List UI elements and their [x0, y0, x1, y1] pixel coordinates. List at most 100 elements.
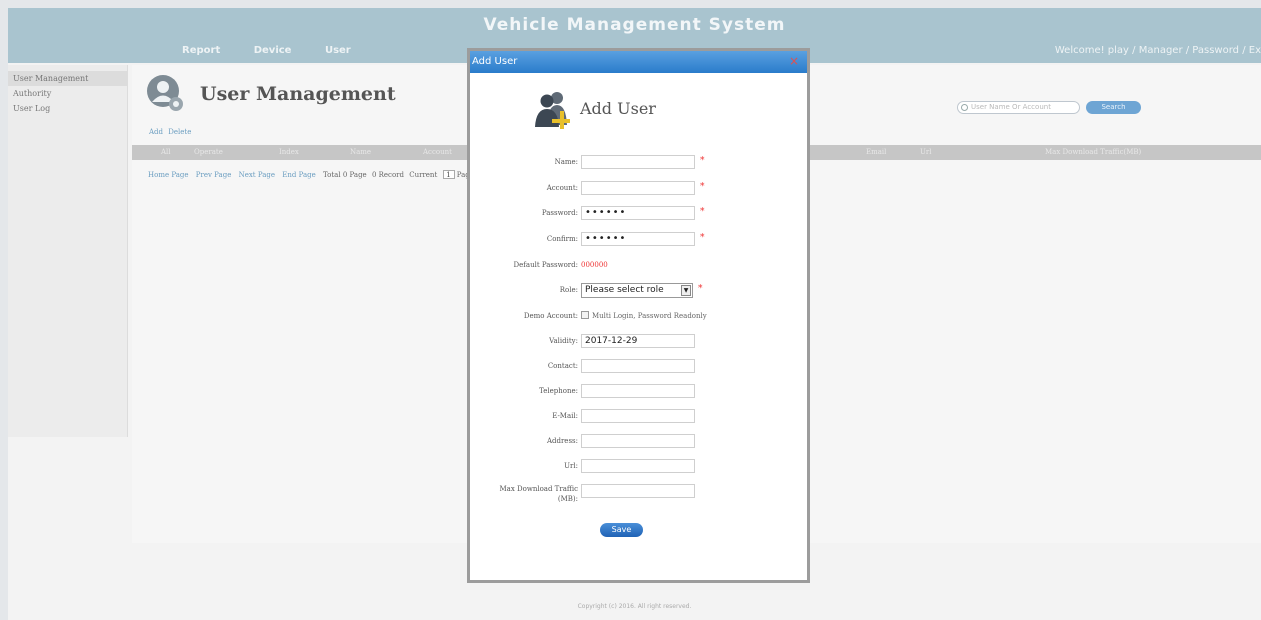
- max-download-label-line1: Max Download Traffic: [499, 485, 579, 493]
- page-title: User Management: [200, 83, 396, 105]
- home-page-link[interactable]: Home Page: [148, 171, 189, 179]
- sidebar-item-authority[interactable]: Authority: [8, 86, 127, 101]
- password-link[interactable]: Password: [1192, 45, 1239, 56]
- url-label: Url:: [564, 462, 578, 470]
- demo-account-checkbox[interactable]: [581, 311, 589, 319]
- column-account: Account: [423, 148, 452, 156]
- main-nav: Report Device User: [182, 45, 381, 56]
- add-user-dialog: Add User × Add User Name: * Account: * P…: [467, 48, 810, 583]
- demo-account-row: Demo Account: Multi Login, Password Read…: [470, 309, 807, 325]
- required-mark: *: [700, 207, 705, 217]
- column-index: Index: [279, 148, 299, 156]
- max-download-input[interactable]: [581, 484, 695, 498]
- contact-label: Contact:: [547, 362, 578, 370]
- role-select[interactable]: Please select role ▼: [581, 283, 693, 298]
- table-actions: Add Delete: [149, 128, 194, 136]
- exit-link[interactable]: Ex: [1249, 45, 1261, 56]
- footer-copyright: Copyright (c) 2016. All right reserved.: [577, 603, 692, 610]
- name-label: Name:: [554, 158, 578, 166]
- validity-row: Validity: 2017-12-29: [470, 334, 807, 350]
- address-row: Address:: [470, 434, 807, 450]
- welcome-text: Welcome! play: [1054, 45, 1129, 56]
- column-operate: Operate: [194, 148, 223, 156]
- column-url: Url: [920, 148, 932, 156]
- default-password-row: Default Password: 000000: [470, 258, 807, 274]
- sidebar-item-user-management[interactable]: User Management: [8, 71, 127, 86]
- validity-date-input[interactable]: 2017-12-29: [581, 334, 695, 348]
- add-link[interactable]: Add: [149, 128, 163, 136]
- app-window: Vehicle Management System Report Device …: [8, 8, 1261, 620]
- validity-label: Validity:: [549, 337, 578, 345]
- total-pages: Total 0 Page: [323, 170, 367, 179]
- confirm-label: Confirm:: [546, 235, 578, 243]
- url-input[interactable]: [581, 459, 695, 473]
- search-button[interactable]: Search: [1086, 101, 1141, 114]
- address-input[interactable]: [581, 434, 695, 448]
- page-number-input[interactable]: 1: [442, 170, 455, 179]
- telephone-row: Telephone:: [470, 384, 807, 400]
- column-max-download: Max Download Traffic(MB): [1045, 148, 1142, 156]
- next-page-link[interactable]: Next Page: [239, 171, 275, 179]
- search-input[interactable]: User Name Or Account: [957, 101, 1080, 114]
- name-input[interactable]: [581, 155, 695, 169]
- account-input[interactable]: [581, 181, 695, 195]
- dialog-body: Add User × Add User Name: * Account: * P…: [470, 51, 807, 580]
- role-select-value: Please select role: [585, 285, 664, 295]
- email-input[interactable]: [581, 409, 695, 423]
- required-mark: *: [698, 284, 703, 294]
- default-password-label: Default Password:: [513, 261, 578, 269]
- role-row: Role: Please select role ▼ *: [470, 283, 807, 299]
- password-input[interactable]: ••••••: [581, 206, 695, 220]
- confirm-input[interactable]: ••••••: [581, 232, 695, 246]
- dialog-titlebar: Add User: [470, 51, 807, 73]
- nav-report[interactable]: Report: [182, 45, 220, 56]
- address-label: Address:: [546, 437, 578, 445]
- chevron-down-icon[interactable]: ▼: [681, 285, 691, 296]
- name-row: Name: *: [470, 155, 807, 171]
- add-users-icon: [535, 92, 570, 129]
- sidebar-item-user-log[interactable]: User Log: [8, 101, 127, 116]
- required-mark: *: [700, 182, 705, 192]
- delete-link[interactable]: Delete: [168, 128, 191, 136]
- default-password-value: 000000: [581, 261, 608, 269]
- current-label: Current: [409, 170, 438, 179]
- record-count: 0 Record: [371, 170, 404, 179]
- telephone-label: Telephone:: [539, 387, 578, 395]
- contact-input[interactable]: [581, 359, 695, 373]
- search-icon: [961, 104, 968, 111]
- user-menu: Welcome! play / Manager / Password / Ex: [1054, 45, 1261, 56]
- demo-account-option: Multi Login, Password Readonly: [592, 312, 707, 320]
- telephone-input[interactable]: [581, 384, 695, 398]
- close-icon[interactable]: ×: [788, 55, 800, 67]
- app-title: Vehicle Management System: [483, 15, 786, 35]
- demo-account-label: Demo Account:: [523, 312, 578, 320]
- required-mark: *: [700, 233, 705, 243]
- column-all[interactable]: All: [161, 148, 171, 156]
- column-email: Email: [866, 148, 887, 156]
- nav-user[interactable]: User: [325, 45, 351, 56]
- contact-row: Contact:: [470, 359, 807, 375]
- nav-device[interactable]: Device: [254, 45, 292, 56]
- save-button[interactable]: Save: [600, 523, 643, 537]
- email-label: E-Mail:: [552, 412, 578, 420]
- account-label: Account:: [546, 184, 578, 192]
- required-mark: *: [700, 156, 705, 166]
- column-name: Name: [350, 148, 372, 156]
- confirm-row: Confirm: •••••• *: [470, 232, 807, 248]
- max-download-label: Max Download Traffic (MB):: [500, 484, 579, 504]
- sidebar: User Management Authority User Log: [8, 65, 128, 437]
- role-label: Role:: [559, 286, 578, 294]
- password-row: Password: •••••• *: [470, 206, 807, 222]
- max-download-row: Max Download Traffic (MB):: [470, 484, 807, 506]
- url-row: Url:: [470, 459, 807, 475]
- email-row: E-Mail:: [470, 409, 807, 425]
- max-download-label-line2: (MB):: [557, 495, 578, 503]
- user-avatar-icon: [147, 75, 183, 111]
- prev-page-link[interactable]: Prev Page: [196, 171, 232, 179]
- pagination: Home Page Prev Page Next Page End Page T…: [148, 170, 477, 179]
- password-label: Password:: [541, 209, 578, 217]
- role-link[interactable]: Manager: [1139, 45, 1183, 56]
- account-row: Account: *: [470, 181, 807, 197]
- dialog-heading: Add User: [580, 99, 656, 118]
- end-page-link[interactable]: End Page: [282, 171, 316, 179]
